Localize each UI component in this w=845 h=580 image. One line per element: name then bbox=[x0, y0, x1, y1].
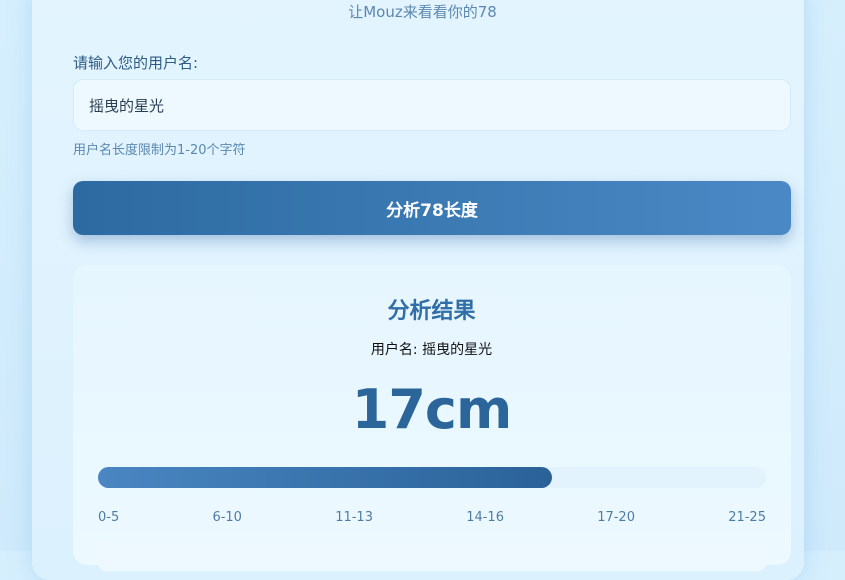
username-input[interactable] bbox=[73, 79, 791, 131]
scale-label: 21-25 bbox=[728, 510, 766, 525]
result-username: 用户名: 摇曳的星光 bbox=[370, 342, 493, 358]
scale-label: 0-5 bbox=[98, 510, 120, 525]
page-subtitle: 让Mouz来看看你的78 bbox=[348, 3, 497, 21]
scale-label: 6-10 bbox=[212, 510, 242, 525]
result-value: 17cm bbox=[351, 378, 512, 441]
username-hint: 用户名长度限制为1-20个字符 bbox=[73, 143, 246, 158]
scale-label: 11-13 bbox=[335, 510, 373, 525]
progress-track bbox=[98, 467, 766, 488]
detail-box bbox=[98, 541, 766, 571]
analyze-button[interactable]: 分析78长度 bbox=[73, 181, 791, 235]
scale-label: 14-16 bbox=[466, 510, 504, 525]
progress-fill bbox=[98, 467, 553, 488]
scale-label: 17-20 bbox=[597, 510, 635, 525]
username-label: 请输入您的用户名: bbox=[73, 54, 199, 72]
scale-labels: 0-5 6-10 11-13 14-16 17-20 21-25 bbox=[98, 510, 766, 525]
result-title: 分析结果 bbox=[387, 299, 476, 324]
